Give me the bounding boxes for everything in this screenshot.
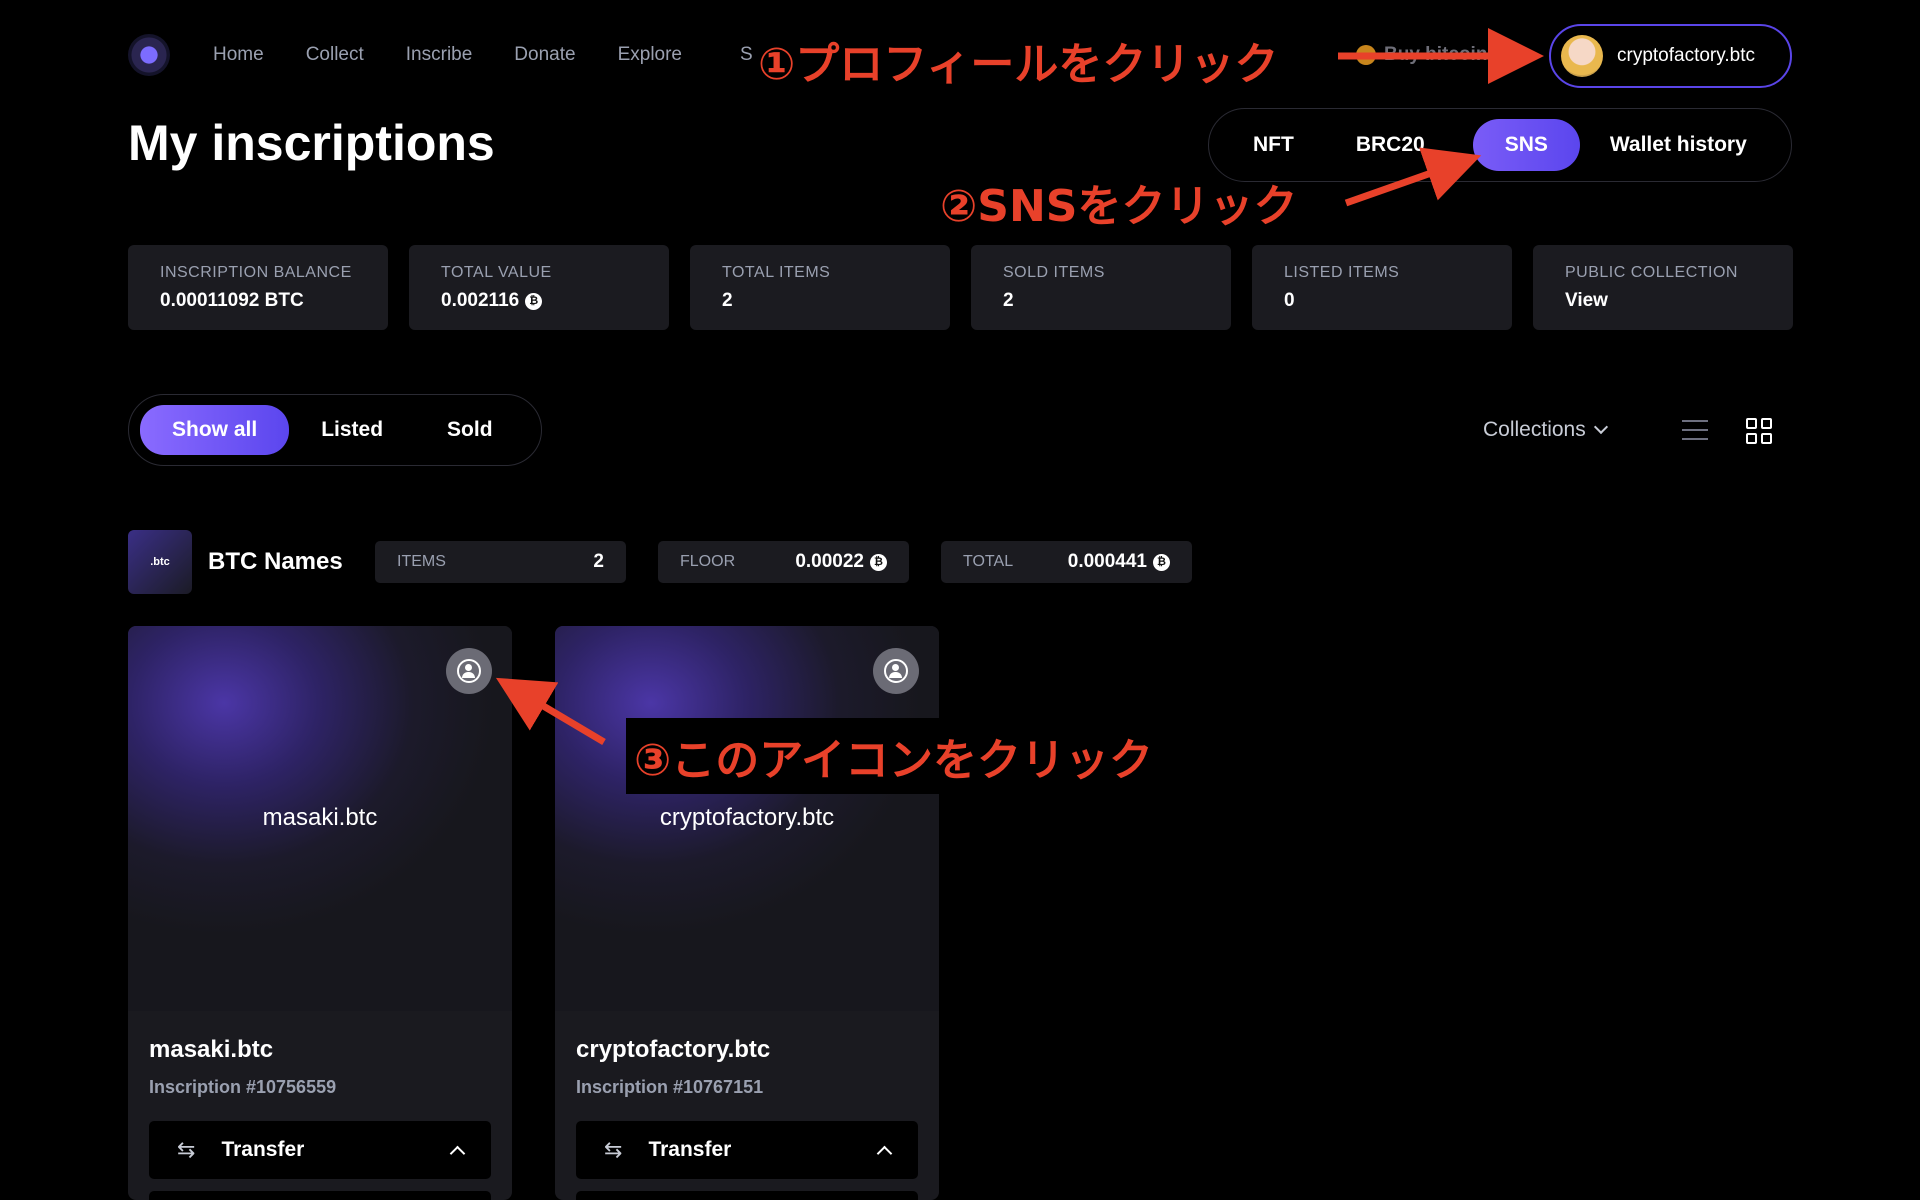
collection-items-pill: ITEMS 2 [375,541,626,583]
transfer-label: Transfer [648,1138,732,1161]
collection-total-pill: TOTAL 0.000441 ₿ [941,541,1192,583]
stat-listed-items: LISTED ITEMS 0 [1252,245,1512,330]
filter-listed[interactable]: Listed [289,405,415,455]
buy-bitcoin-label: Buy bitcoin [1384,44,1488,65]
stat-value: 2 [722,290,733,311]
pill-label: TOTAL [963,553,1014,570]
nav-home[interactable]: Home [213,44,264,66]
grid-view-icon[interactable] [1746,418,1772,444]
listing-filter: Show all Listed Sold [128,394,542,466]
filter-sold[interactable]: Sold [415,405,525,455]
nav-truncated-item[interactable]: S [740,44,753,66]
tab-nft[interactable]: NFT [1233,119,1324,171]
transfer-button[interactable]: ⇆ Transfer [149,1121,491,1179]
profile-button[interactable]: cryptofactory.btc [1549,24,1792,88]
next-action-button[interactable] [149,1191,491,1200]
transfer-label: Transfer [221,1138,305,1161]
public-collection-view-link[interactable]: View [1565,290,1608,312]
collection-floor-pill: FLOOR 0.00022 ₿ [658,541,909,583]
profile-name: cryptofactory.btc [1617,45,1755,66]
collections-label: Collections [1483,418,1586,441]
annotation-step-1: ①プロフィールをクリック [752,28,1285,92]
annotation-step-3: ③このアイコンをクリック [626,718,1162,794]
stat-value: 0 [1284,290,1295,311]
swap-arrows-icon: ⇆ [177,1137,196,1162]
stat-total-value: TOTAL VALUE 0.002116 ₿ [409,245,669,330]
inscription-card[interactable]: cryptofactory.btc cryptofactory.btc Insc… [555,626,939,1200]
stat-inscription-balance: INSCRIPTION BALANCE 0.00011092 BTC [128,245,388,330]
inscription-name: masaki.btc [149,1036,274,1063]
bitcoin-icon: ₿ [870,553,887,571]
inscription-number: Inscription #10756559 [149,1077,337,1097]
list-view-icon[interactable] [1682,420,1708,440]
inscription-card[interactable]: masaki.btc masaki.btc Inscription #10756… [128,626,512,1200]
annotation-step-2: ②SNSをクリック [940,181,1298,232]
stat-total-items: TOTAL ITEMS 2 [690,245,950,330]
set-profile-button[interactable] [446,648,492,694]
pill-value: 0.000441 [1067,551,1147,572]
avatar [1561,35,1603,77]
nav-collect[interactable]: Collect [306,44,364,66]
bitcoin-icon: ₿ [525,292,543,310]
stat-value: 0.00011092 BTC [160,290,304,311]
filter-show-all[interactable]: Show all [140,405,290,455]
inscription-number: Inscription #10767151 [576,1077,764,1097]
stat-value: 2 [1003,290,1014,311]
pill-label: FLOOR [680,553,736,570]
set-profile-button[interactable] [873,648,919,694]
nav-explore[interactable]: Explore [618,44,682,66]
stat-label: PUBLIC COLLECTION [1565,264,1738,281]
artwork-name: masaki.btc [262,804,378,831]
nav-donate[interactable]: Donate [514,44,575,66]
swap-arrows-icon: ⇆ [604,1137,623,1162]
stat-public-collection: PUBLIC COLLECTION View [1533,245,1793,330]
bitcoin-icon: ₿ [1153,553,1170,571]
stat-label: SOLD ITEMS [1003,264,1105,281]
tab-brc20[interactable]: BRC20 [1324,119,1457,171]
inscription-name: cryptofactory.btc [576,1036,771,1063]
pill-value: 2 [593,551,604,572]
chevron-down-icon [1593,419,1608,435]
transfer-button[interactable]: ⇆ Transfer [576,1121,918,1179]
inscription-artwork: masaki.btc [128,626,512,1011]
stat-label: TOTAL VALUE [441,264,552,281]
next-action-button[interactable] [576,1191,918,1200]
stat-label: LISTED ITEMS [1284,264,1400,281]
nav-inscribe[interactable]: Inscribe [406,44,473,66]
page-title: My inscriptions [128,115,495,171]
stat-sold-items: SOLD ITEMS 2 [971,245,1231,330]
collection-name: BTC Names [208,548,343,575]
stats-row: INSCRIPTION BALANCE 0.00011092 BTC TOTAL… [128,245,1793,330]
inscription-artwork: cryptofactory.btc [555,626,939,1011]
pill-label: ITEMS [397,553,446,570]
bitcoin-coin-icon [1356,45,1376,65]
buy-bitcoin-link[interactable]: Buy bitcoin [1356,44,1487,66]
artwork-name: cryptofactory.btc [659,804,835,831]
tab-sns[interactable]: SNS [1472,119,1580,171]
top-nav: Home Collect Inscribe Donate Explore [213,44,682,66]
stat-label: TOTAL ITEMS [722,264,831,281]
collections-dropdown[interactable]: Collections [1483,418,1608,442]
user-icon [884,659,908,683]
tab-wallet-history[interactable]: Wallet history [1580,119,1779,171]
collection-thumbnail: .btc [128,530,192,594]
stat-value: 0.002116 [441,290,520,311]
chevron-up-icon [876,1145,893,1161]
pill-value: 0.00022 [795,551,864,572]
app-logo[interactable] [128,34,170,76]
user-icon [457,659,481,683]
stat-label: INSCRIPTION BALANCE [160,264,352,281]
chevron-up-icon [449,1145,466,1161]
